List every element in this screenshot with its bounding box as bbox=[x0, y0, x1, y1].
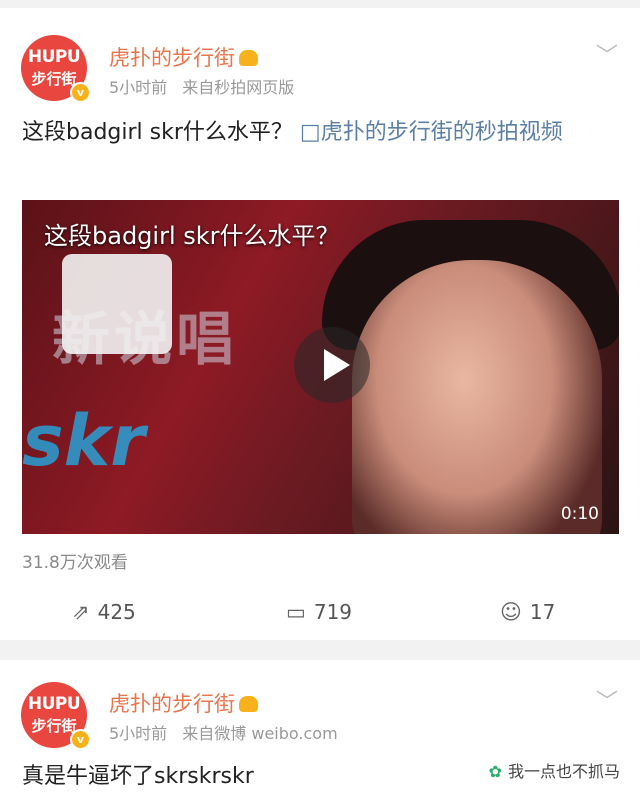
member-crown-icon bbox=[239, 50, 258, 66]
play-icon[interactable] bbox=[294, 327, 370, 403]
video-link[interactable]: □虎扑的步行街的秒拍视频 bbox=[300, 120, 563, 145]
like-button[interactable]: ☺ 17 bbox=[500, 600, 555, 624]
post-source: 来自微博 weibo.com bbox=[182, 724, 338, 743]
like-count: 17 bbox=[529, 600, 556, 624]
view-count: 31.8万次观看 bbox=[22, 553, 128, 573]
post-time: 5小时前 bbox=[109, 78, 168, 97]
author-name-text: 虎扑的步行街 bbox=[109, 692, 235, 716]
post-time: 5小时前 bbox=[109, 724, 168, 743]
video-duration: 0:10 bbox=[560, 504, 599, 524]
action-bar: ⇗ 425 ▭ 719 ☺ 17 bbox=[0, 600, 640, 630]
share-button[interactable]: ⇗ 425 bbox=[72, 600, 136, 624]
comment-button[interactable]: ▭ 719 bbox=[286, 600, 352, 624]
video-link-icon: □ bbox=[299, 120, 321, 145]
comment-icon: ▭ bbox=[286, 600, 306, 624]
watermark-text: 我一点也不抓马 bbox=[507, 762, 620, 781]
wechat-icon: ✿ bbox=[488, 762, 502, 781]
member-crown-icon bbox=[239, 696, 258, 712]
chevron-down-icon[interactable]: ﹀ bbox=[596, 684, 618, 716]
video-skr-graphic: skr bbox=[22, 400, 145, 482]
watermark: ✿ 我一点也不抓马 bbox=[489, 758, 620, 782]
author-name[interactable]: 虎扑的步行街 bbox=[109, 42, 258, 72]
avatar-logo-text: HUPU bbox=[27, 47, 81, 67]
share-icon: ⇗ bbox=[72, 600, 90, 624]
share-count: 425 bbox=[97, 600, 136, 624]
video-caption: 这段badgirl skr什么水平？ bbox=[44, 222, 340, 250]
comment-count: 719 bbox=[313, 600, 353, 624]
video-link-text: 虎扑的步行街的秒拍视频 bbox=[320, 120, 563, 145]
verified-badge-icon: v bbox=[70, 729, 91, 750]
post-text-body: 真是牛逼坏了skrskrskr bbox=[22, 764, 254, 789]
weibo-post: HUPU 步行街 v 虎扑的步行街 5小时前 来自秒拍网页版 ﹀ 这段badgi… bbox=[0, 8, 640, 640]
chevron-down-icon[interactable]: ﹀ bbox=[596, 38, 618, 70]
verified-badge-icon: v bbox=[70, 82, 91, 103]
video-player[interactable]: 新说唱 skr 这段badgirl skr什么水平？ 0:10 bbox=[22, 200, 619, 534]
author-name-text: 虎扑的步行街 bbox=[109, 46, 235, 70]
video-person bbox=[352, 260, 602, 534]
avatar-logo-text: HUPU bbox=[27, 694, 81, 714]
author-name[interactable]: 虎扑的步行街 bbox=[109, 688, 258, 718]
post-text: 这段badgirl skr什么水平？ □虎扑的步行街的秒拍视频 bbox=[22, 116, 612, 150]
post-text-body: 这段badgirl skr什么水平？ bbox=[22, 120, 293, 145]
post-meta: 5小时前 来自微博 weibo.com bbox=[109, 720, 338, 744]
post-meta: 5小时前 来自秒拍网页版 bbox=[109, 74, 294, 98]
weibo-post: HUPU 步行街 v 虎扑的步行街 5小时前 来自微博 weibo.com ﹀ … bbox=[0, 660, 640, 800]
like-icon: ☺ bbox=[500, 600, 522, 624]
video-meme-sticker bbox=[62, 254, 172, 354]
post-source: 来自秒拍网页版 bbox=[182, 78, 295, 97]
